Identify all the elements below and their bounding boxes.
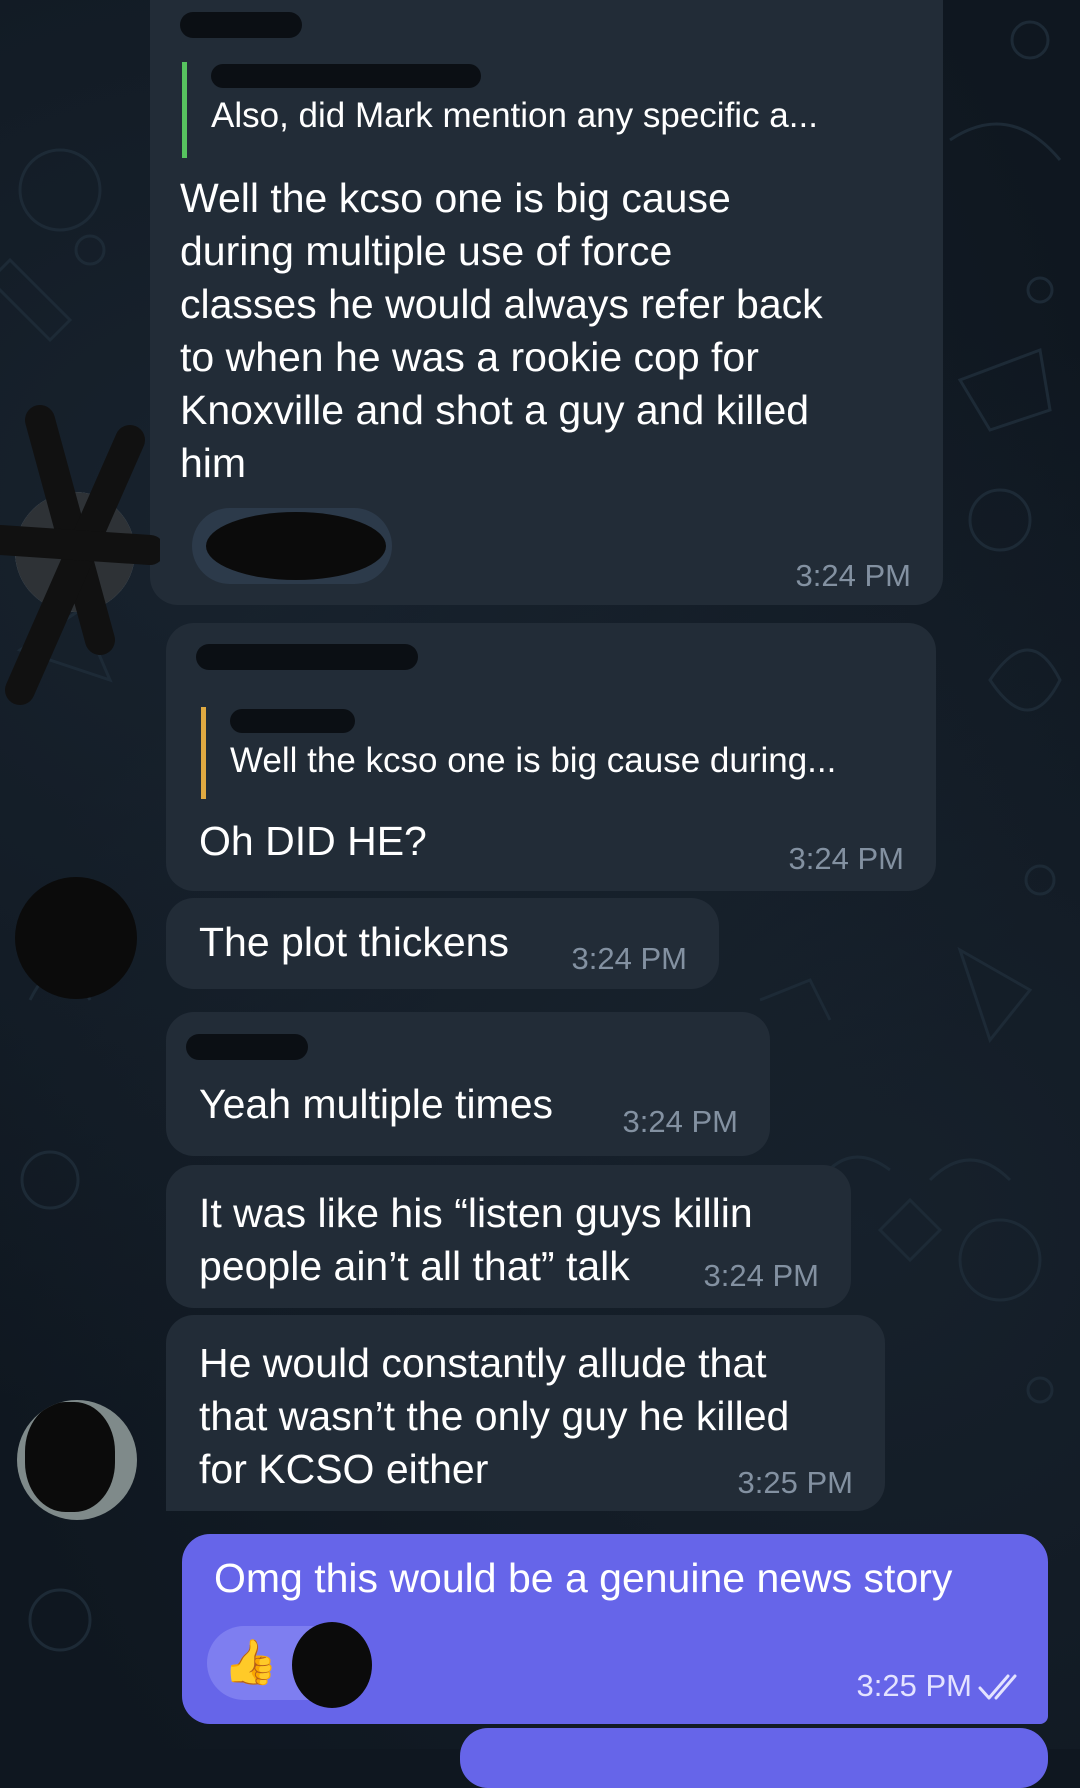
message-text-line: that wasn’t the only guy he killed [199,1393,790,1439]
message-bubble-2[interactable]: Well the kcso one is big cause during...… [166,623,936,891]
redaction-scribble [0,405,160,705]
message-time: 3:24 PM [795,558,911,593]
quote-author-redacted [211,64,481,88]
message-text-line: during multiple use of force [180,228,673,274]
message-time: 3:25 PM [737,1465,853,1500]
avatar[interactable] [17,1400,137,1520]
reaction-pill[interactable] [192,508,392,584]
message-text-line: Omg this would be a genuine news story [214,1555,953,1601]
message-text-line: Knoxville and shot a guy and killed [180,387,810,433]
reply-quote[interactable]: Well the kcso one is big cause during... [201,707,836,799]
message-text-line: He would constantly allude that [199,1340,767,1386]
reaction-pill[interactable]: 👍 [207,1622,372,1708]
message-text-line: him [180,440,247,486]
message-time: 3:24 PM [788,841,904,876]
reply-quote[interactable]: Also, did Mark mention any specific a... [182,62,818,158]
reaction-user-redacted [292,1622,372,1708]
message-text-line: to when he was a rookie cop for [180,334,759,380]
message-time: 3:25 PM [856,1668,972,1703]
message-bubble-outgoing-partial[interactable] [460,1728,1048,1788]
message-text-line: Oh DID HE? [199,818,427,864]
message-text-line: people ain’t all that” talk [199,1243,630,1289]
message-bubble-5[interactable]: It was like his “listen guys killin peop… [166,1165,851,1308]
sender-name-redacted [186,1034,308,1060]
message-bubble-1[interactable]: Also, did Mark mention any specific a...… [150,0,943,605]
sender-name-redacted [196,644,418,670]
quote-author-redacted [230,709,355,733]
thumbs-up-icon: 👍 [223,1638,278,1687]
message-text-line: Yeah multiple times [199,1081,554,1127]
message-text-line: It was like his “listen guys killin [199,1190,753,1236]
message-text-line: The plot thickens [199,919,509,965]
message-bubble-6[interactable]: He would constantly allude that that was… [166,1315,885,1511]
message-time: 3:24 PM [622,1104,738,1139]
quote-text: Well the kcso one is big cause during... [230,741,837,780]
reaction-redacted [206,512,386,580]
double-check-icon [978,1674,1017,1700]
message-text-line: for KCSO either [199,1446,489,1492]
message-bubble-4[interactable]: Yeah multiple times 3:24 PM [166,1012,770,1156]
message-bubble-outgoing[interactable]: Omg this would be a genuine news story 👍… [182,1534,1048,1724]
quote-text: Also, did Mark mention any specific a... [211,96,818,135]
avatar-redaction [25,1402,115,1512]
message-bubble-3[interactable]: The plot thickens 3:24 PM [166,898,719,989]
message-time: 3:24 PM [571,941,687,976]
message-text-line: Well the kcso one is big cause [180,175,731,221]
message-time: 3:24 PM [703,1258,819,1293]
sender-name-redacted [180,12,302,38]
avatar[interactable] [15,877,137,999]
message-text-line: classes he would always refer back [180,281,823,327]
